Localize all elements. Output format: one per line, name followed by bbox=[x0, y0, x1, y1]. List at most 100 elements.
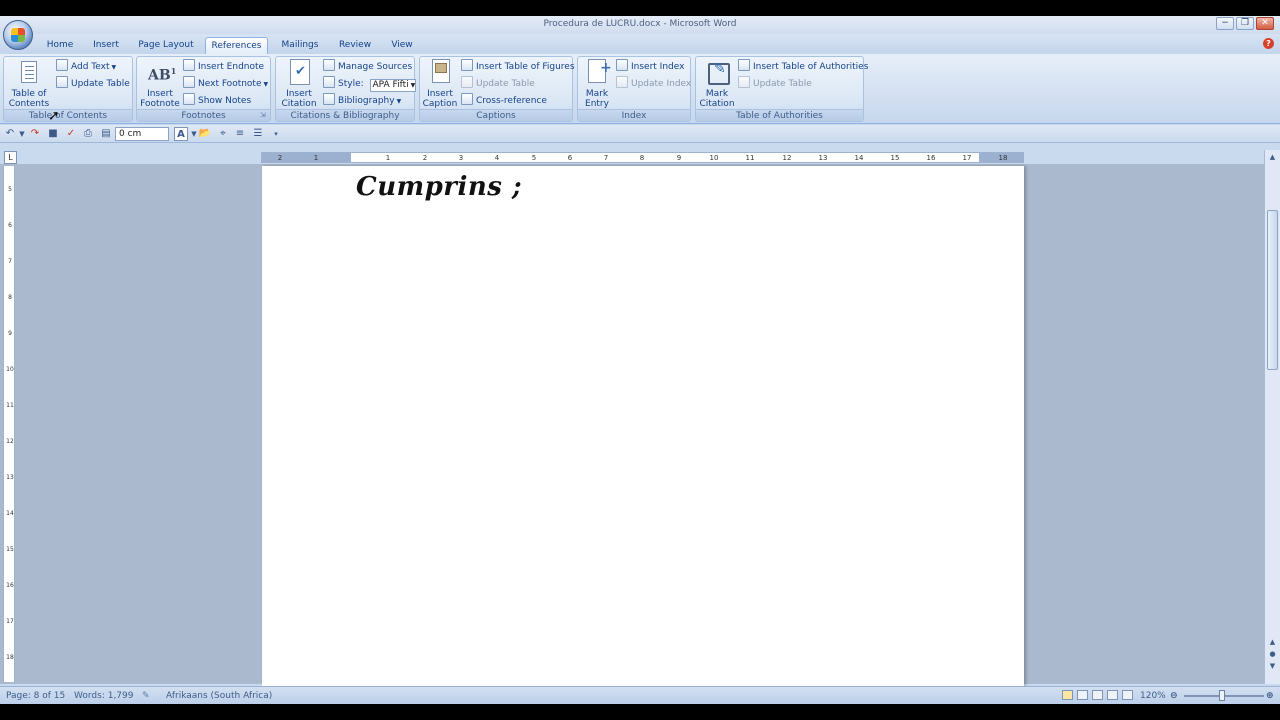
outline-view-icon[interactable] bbox=[1107, 690, 1118, 700]
insert-endnote-button[interactable]: Insert Endnote bbox=[183, 59, 264, 74]
next-footnote-button[interactable]: Next Footnote ▼ bbox=[183, 76, 268, 91]
manage-sources-button[interactable]: Manage Sources bbox=[323, 59, 412, 74]
tab-insert[interactable]: Insert bbox=[88, 37, 124, 54]
zoom-slider-thumb[interactable] bbox=[1219, 690, 1225, 701]
print-layout-view-icon[interactable] bbox=[1062, 690, 1073, 700]
print-preview-icon[interactable]: ⎙ bbox=[81, 127, 95, 141]
tab-mailings[interactable]: Mailings bbox=[277, 37, 323, 54]
group-table-of-authorities: Mark Citation Insert Table of Authoritie… bbox=[695, 56, 868, 122]
insert-table-of-authorities-button[interactable]: Insert Table of Authorities bbox=[738, 59, 868, 74]
customize-qat-icon[interactable]: ▾ bbox=[269, 127, 283, 141]
tab-page-layout[interactable]: Page Layout bbox=[136, 37, 196, 54]
ruler-tick-label: 4 bbox=[494, 154, 500, 162]
toc-icon bbox=[17, 59, 41, 87]
insert-caption-button[interactable]: Insert Caption bbox=[422, 59, 458, 109]
quick-access-toolbar: ↶ ▼ ↷ ■ ✓ ⎙ ▤ 0 cm A ▼ 📂 ⌖ ≡ ☰ ▾ bbox=[0, 125, 1280, 143]
insert-table-of-figures-button[interactable]: Insert Table of Figures bbox=[461, 59, 575, 74]
align-icon[interactable]: ≡ bbox=[233, 127, 247, 141]
tab-references[interactable]: References bbox=[205, 37, 268, 54]
update-table-button[interactable]: Update Table bbox=[56, 76, 130, 91]
ruler-tick-label: 9 bbox=[676, 154, 682, 162]
previous-page-icon[interactable]: ▲ bbox=[1267, 637, 1278, 648]
show-notes-button[interactable]: Show Notes bbox=[183, 93, 251, 108]
bibliography-icon bbox=[323, 93, 335, 105]
open-folder-icon[interactable]: 📂 bbox=[198, 127, 212, 141]
style-label: Style: bbox=[338, 79, 364, 89]
mark-citation-button[interactable]: Mark Citation bbox=[698, 59, 736, 109]
update-index-label: Update Index bbox=[631, 79, 692, 89]
horizontal-ruler[interactable]: 2 1 1 2 3 4 5 6 7 8 9 10 11 12 13 14 15 16 17 18 bbox=[261, 152, 1024, 163]
proofing-icon[interactable]: ✎ bbox=[142, 688, 150, 704]
redo-icon[interactable]: ↷ bbox=[28, 127, 42, 141]
ruler-tick-label: 17 bbox=[962, 154, 972, 162]
group-footnotes: AB1 Insert Footnote Insert Endnote Next … bbox=[136, 56, 271, 122]
status-bar: Page: 8 of 15 Words: 1,799 ✎ Afrikaans (… bbox=[0, 686, 1280, 704]
vertical-ruler-tick-label: 17 bbox=[6, 618, 14, 625]
insert-footnote-label: Insert Footnote bbox=[140, 89, 180, 109]
group-label-footnotes: Footnotes bbox=[137, 109, 270, 121]
footnote-icon: AB1 bbox=[148, 66, 177, 84]
language-status[interactable]: Afrikaans (South Africa) bbox=[166, 688, 272, 704]
undo-dropdown-icon[interactable]: ▼ bbox=[15, 127, 29, 141]
manage-sources-icon bbox=[323, 59, 335, 71]
document-heading[interactable]: Cumprins ; bbox=[356, 172, 522, 202]
insert-footnote-button[interactable]: AB1 Insert Footnote bbox=[139, 59, 181, 109]
list-icon[interactable]: ☰ bbox=[251, 127, 265, 141]
mark-entry-button[interactable]: Mark Entry bbox=[580, 59, 614, 109]
tab-review[interactable]: Review bbox=[334, 37, 376, 54]
document-page[interactable]: Cumprins ; bbox=[262, 166, 1024, 686]
endnote-icon bbox=[183, 59, 195, 71]
toc-button-label: Table of Contents bbox=[8, 89, 50, 109]
ruler-tick-label: 1 bbox=[385, 154, 391, 162]
vertical-ruler-tick-label: 18 bbox=[6, 654, 14, 661]
format-painter-icon[interactable]: ⌖ bbox=[216, 127, 230, 141]
title-bar: Procedura de LUCRU.docx - Microsoft Word… bbox=[0, 16, 1280, 34]
group-captions: Insert Caption Insert Table of Figures U… bbox=[419, 56, 575, 122]
page-count[interactable]: Page: 8 of 15 bbox=[6, 688, 65, 704]
insert-index-button[interactable]: Insert Index bbox=[616, 59, 684, 74]
save-icon[interactable]: ■ bbox=[46, 127, 60, 141]
indent-field[interactable]: 0 cm bbox=[115, 127, 169, 141]
update-index-button[interactable]: Update Index bbox=[616, 76, 691, 91]
cross-reference-button[interactable]: Cross-reference bbox=[461, 93, 547, 108]
tab-view[interactable]: View bbox=[386, 37, 418, 54]
vertical-scrollbar[interactable]: ▲ ▲ ● ▼ bbox=[1264, 150, 1280, 684]
left-margin-shade bbox=[261, 153, 351, 162]
style-dropdown[interactable]: APA Fifti ▼ bbox=[369, 79, 416, 92]
mark-citation-icon bbox=[705, 59, 730, 87]
zoom-out-icon[interactable]: ⊖ bbox=[1170, 688, 1178, 704]
minimize-button[interactable]: − bbox=[1216, 17, 1234, 30]
next-footnote-label: Next Footnote bbox=[198, 79, 262, 89]
tab-selector-icon[interactable]: L bbox=[4, 151, 17, 164]
spelling-icon[interactable]: ✓ bbox=[64, 127, 78, 141]
add-text-button[interactable]: Add Text ▼ bbox=[56, 59, 116, 74]
print-icon[interactable]: ▤ bbox=[99, 127, 113, 141]
zoom-level[interactable]: 120% bbox=[1140, 688, 1166, 704]
draft-view-icon[interactable] bbox=[1122, 690, 1133, 700]
tab-home[interactable]: Home bbox=[44, 37, 76, 54]
bibliography-button[interactable]: Bibliography ▼ bbox=[323, 93, 401, 108]
font-color-icon[interactable]: A bbox=[174, 127, 188, 141]
web-layout-icon[interactable] bbox=[1092, 690, 1103, 700]
update-table-authorities-button[interactable]: Update Table bbox=[738, 76, 812, 91]
dialog-launcher-icon[interactable]: ⇲ bbox=[260, 111, 268, 119]
insert-citation-button[interactable]: Insert Citation bbox=[278, 59, 320, 109]
update-table-figures-button[interactable]: Update Table bbox=[461, 76, 535, 91]
select-browse-object-icon[interactable]: ● bbox=[1267, 649, 1278, 660]
help-icon[interactable]: ? bbox=[1263, 38, 1274, 49]
next-page-icon[interactable]: ▼ bbox=[1267, 661, 1278, 672]
restore-button[interactable]: ❐ bbox=[1236, 17, 1254, 30]
office-button[interactable] bbox=[3, 20, 33, 50]
insert-caption-label: Insert Caption bbox=[422, 89, 458, 109]
vertical-ruler[interactable]: 5 6 7 8 9 10 11 12 13 14 15 16 17 18 bbox=[3, 166, 15, 682]
word-window: Procedura de LUCRU.docx - Microsoft Word… bbox=[0, 16, 1280, 704]
scroll-up-icon[interactable]: ▲ bbox=[1267, 152, 1278, 163]
show-notes-icon bbox=[183, 93, 195, 105]
close-button[interactable]: ✕ bbox=[1256, 17, 1274, 30]
zoom-in-icon[interactable]: ⊕ bbox=[1266, 688, 1274, 704]
scrollbar-thumb[interactable] bbox=[1267, 210, 1278, 370]
table-of-authorities-icon bbox=[738, 59, 750, 71]
full-screen-reading-icon[interactable] bbox=[1077, 690, 1088, 700]
word-count[interactable]: Words: 1,799 bbox=[74, 688, 133, 704]
table-of-contents-button[interactable]: Table of Contents bbox=[6, 59, 52, 109]
